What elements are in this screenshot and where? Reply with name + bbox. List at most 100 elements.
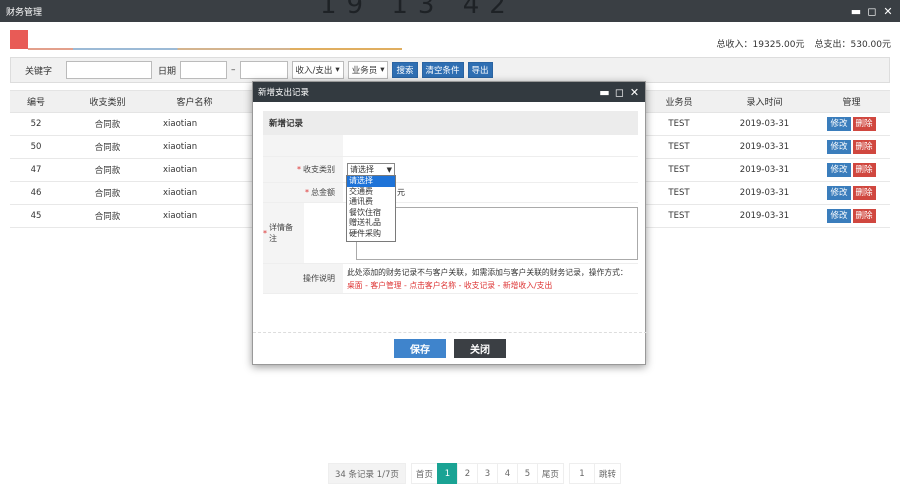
staff-select[interactable]: 业务员 ▾ [347, 61, 389, 79]
cell-actions: 修改 删除 [813, 135, 890, 159]
delete-button[interactable]: 删除 [852, 117, 876, 131]
remark-textarea[interactable] [356, 206, 638, 260]
export-button[interactable]: 导出 [467, 62, 493, 78]
chevron-down-icon: ▼ [386, 165, 392, 174]
dialog-controls: ▬ ◻ ✕ [599, 86, 645, 99]
maximize-icon[interactable]: ◻ [614, 86, 625, 99]
option-transport[interactable]: 交通费 [347, 187, 395, 198]
cell-id: 45 [10, 204, 62, 228]
pager-last[interactable]: 尾页 [536, 463, 564, 484]
expense-form: * 收支类别 请选择 ▼ * 总金额 元 * 详情备注 操作说明 此处添加的财务记录不与… [263, 135, 638, 294]
close-icon[interactable]: ✕ [882, 5, 894, 18]
clock-watermark: 19 13 42 [320, 0, 590, 14]
cell-customer[interactable]: xiaotian [153, 158, 236, 182]
cell-staff: TEST [642, 112, 716, 136]
dialog-section-title: 新增记录 [263, 111, 638, 135]
pager-page-5[interactable]: 5 [516, 463, 538, 484]
date-start-input[interactable] [180, 61, 228, 79]
pager-page-2[interactable]: 2 [456, 463, 478, 484]
option-gifts[interactable]: 赠送礼品 [347, 218, 395, 229]
cell-type: 合同款 [62, 135, 153, 159]
type-select[interactable]: 收入/支出 ▾ [291, 61, 344, 79]
amount-label: 总金额 [311, 188, 335, 197]
clear-filter-button[interactable]: 清空条件 [421, 62, 464, 78]
cell-customer[interactable]: xiaotian [153, 204, 236, 228]
cell-customer[interactable]: xiaotian [153, 135, 236, 159]
ratio-bar [10, 30, 402, 50]
pager-first[interactable]: 首页 [410, 463, 438, 484]
cell-date: 2019-03-31 [716, 181, 813, 205]
cell-id: 52 [10, 112, 62, 136]
col-id[interactable]: 编号 [10, 90, 62, 113]
category-dropdown-list: 请选择 交通费 通讯费 餐饮住宿 赠送礼品 硬件采购 [346, 175, 396, 242]
keyword-label: 关键字 [25, 66, 53, 77]
cell-actions: 修改 删除 [813, 112, 890, 136]
col-type[interactable]: 收支类别 [62, 90, 153, 113]
col-date[interactable]: 录入时间 [716, 90, 813, 113]
type-row: * 收支类别 请选择 ▼ [263, 157, 638, 183]
type-label: 收支类别 [303, 165, 335, 174]
cell-staff: TEST [642, 181, 716, 205]
cell-type: 合同款 [62, 204, 153, 228]
col-customer[interactable]: 客户名称 [153, 90, 236, 113]
pager-page-1[interactable]: 1 [436, 463, 458, 484]
cell-id: 47 [10, 158, 62, 182]
pager-page-4[interactable]: 4 [496, 463, 518, 484]
note-text: 此处添加的财务记录不与客户关联，如需添加与客户关联的财务记录，操作方式： 桌面 … [347, 268, 628, 292]
window-title: 财务管理 [6, 7, 43, 18]
maximize-icon[interactable]: ◻ [866, 5, 878, 18]
date-separator: – [231, 65, 236, 75]
cell-date: 2019-03-31 [716, 112, 813, 136]
edit-button[interactable]: 修改 [827, 117, 851, 131]
close-icon[interactable]: ✕ [629, 86, 640, 99]
note-label: 操作说明 [303, 274, 335, 283]
cell-staff: TEST [642, 204, 716, 228]
dialog-titlebar: 新增支出记录 ▬ ◻ ✕ [253, 82, 645, 102]
edit-button[interactable]: 修改 [827, 163, 851, 177]
date-end-input[interactable] [239, 61, 288, 79]
delete-button[interactable]: 删除 [852, 209, 876, 223]
edit-button[interactable]: 修改 [827, 140, 851, 154]
ratio-progress [28, 48, 402, 50]
minimize-icon[interactable]: ▬ [850, 5, 862, 18]
save-button[interactable]: 保存 [394, 339, 446, 358]
col-staff[interactable]: 业务员 [642, 90, 716, 113]
pager-jump-input[interactable]: 1 [568, 463, 595, 484]
pagination: 34 条记录 1/7页 首页 1 2 3 4 5 尾页 1 跳转 [328, 463, 621, 484]
edit-button[interactable]: 修改 [827, 209, 851, 223]
pager-page-3[interactable]: 3 [476, 463, 498, 484]
ratio-marker [10, 30, 28, 49]
cell-customer[interactable]: xiaotian [153, 181, 236, 205]
keyword-input[interactable] [66, 61, 153, 79]
cell-customer[interactable]: xiaotian [153, 112, 236, 136]
cell-type: 合同款 [62, 112, 153, 136]
cell-type: 合同款 [62, 158, 153, 182]
total-income: 总收入：19325.00元 [716, 40, 805, 50]
remark-label: 详情备注 [269, 223, 293, 243]
option-please-select[interactable]: 请选择 [347, 176, 395, 187]
remark-row: * 详情备注 [263, 203, 638, 264]
search-button[interactable]: 搜索 [392, 62, 418, 78]
chevron-down-icon: ▾ [335, 65, 340, 75]
delete-button[interactable]: 删除 [852, 186, 876, 200]
cell-id: 50 [10, 135, 62, 159]
delete-button[interactable]: 删除 [852, 163, 876, 177]
note-path-links[interactable]: 桌面 - 客户管理 - 点击客户名称 - 收支记录 - 新增收入/支出 [347, 279, 628, 292]
pager-jump-button[interactable]: 跳转 [593, 463, 621, 484]
delete-button[interactable]: 删除 [852, 140, 876, 154]
dialog-title: 新增支出记录 [258, 88, 310, 98]
close-button[interactable]: 关闭 [454, 339, 506, 358]
total-expense: 总支出：530.00元 [814, 40, 892, 50]
form-spacer [263, 135, 638, 157]
cell-date: 2019-03-31 [716, 204, 813, 228]
col-actions: 管理 [813, 90, 890, 113]
option-meals[interactable]: 餐饮住宿 [347, 208, 395, 219]
edit-button[interactable]: 修改 [827, 186, 851, 200]
minimize-icon[interactable]: ▬ [599, 86, 610, 99]
cell-staff: TEST [642, 158, 716, 182]
option-hardware[interactable]: 硬件采购 [347, 229, 395, 240]
add-expense-dialog: 新增支出记录 ▬ ◻ ✕ 新增记录 * 收支类别 请选择 ▼ * 总金额 元 * 详情备… [252, 81, 647, 365]
pager-info: 34 条记录 1/7页 [328, 463, 406, 484]
cell-date: 2019-03-31 [716, 135, 813, 159]
option-telecom[interactable]: 通讯费 [347, 197, 395, 208]
